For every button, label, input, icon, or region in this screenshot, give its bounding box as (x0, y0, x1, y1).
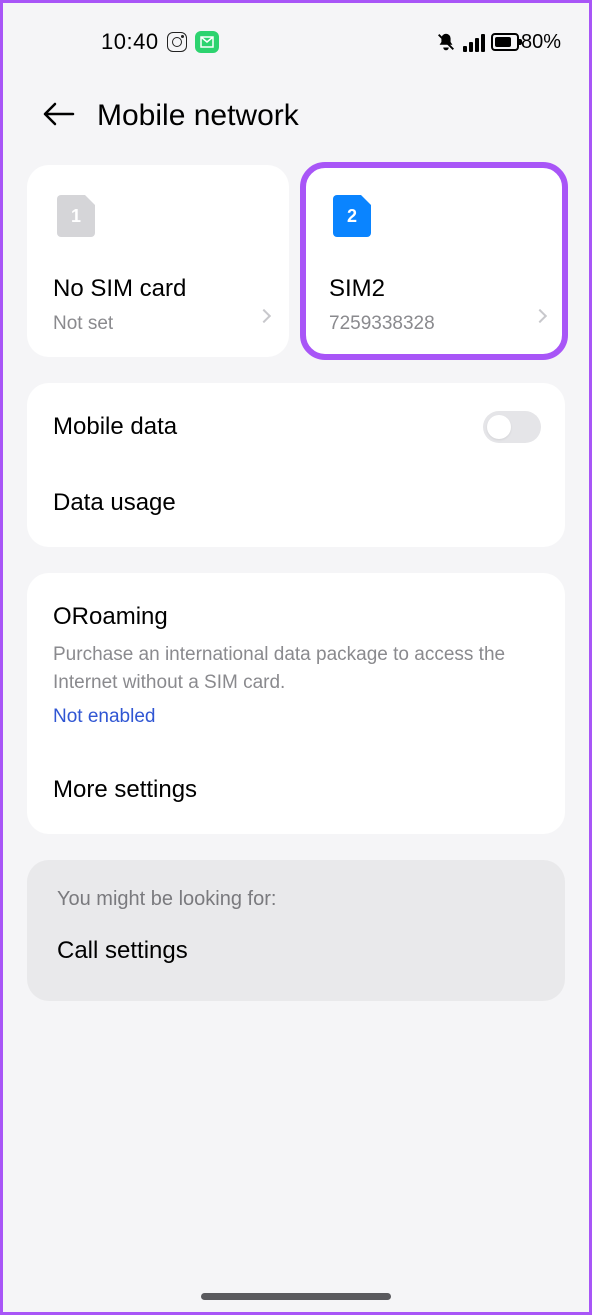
status-right: 80% (435, 31, 561, 54)
sim-card-1[interactable]: 1 No SIM card Not set (27, 165, 289, 357)
row-description: Purchase an international data package t… (53, 641, 539, 696)
mobile-data-toggle[interactable] (483, 411, 541, 443)
sim-title: SIM2 (329, 275, 543, 303)
signal-icon (463, 32, 485, 52)
bell-off-icon (435, 31, 457, 53)
mobile-data-row[interactable]: Mobile data (27, 389, 565, 465)
sim-icon: 1 (57, 195, 95, 237)
back-arrow-icon[interactable] (41, 101, 75, 132)
sim-card-2[interactable]: 2 SIM2 7259338328 (303, 165, 565, 357)
sim-icon: 2 (333, 195, 371, 237)
row-title: ORoaming (53, 603, 539, 631)
home-indicator[interactable] (201, 1293, 391, 1300)
page-header: Mobile network (3, 63, 589, 165)
sim-subtitle: 7259338328 (329, 313, 543, 335)
battery-icon: 80% (491, 31, 561, 54)
sim-title: No SIM card (53, 275, 267, 303)
status-bar: 10:40 80% (3, 3, 589, 63)
row-title: More settings (53, 776, 539, 804)
sim-subtitle: Not set (53, 313, 267, 335)
more-settings-row[interactable]: More settings (27, 752, 565, 828)
page-title: Mobile network (97, 99, 299, 133)
call-settings-item[interactable]: Call settings (57, 937, 535, 965)
row-status-link: Not enabled (53, 706, 539, 728)
status-time: 10:40 (101, 29, 159, 55)
suggestion-label: You might be looking for: (57, 888, 535, 911)
status-left: 10:40 (31, 29, 219, 55)
oroaming-row[interactable]: ORoaming Purchase an international data … (27, 579, 565, 752)
data-settings-group: Mobile data Data usage (27, 383, 565, 547)
roaming-group: ORoaming Purchase an international data … (27, 573, 565, 834)
data-usage-row[interactable]: Data usage (27, 465, 565, 541)
row-title: Data usage (53, 489, 539, 517)
instagram-icon (167, 32, 187, 52)
mail-icon (195, 31, 219, 53)
battery-percent: 80% (521, 31, 561, 54)
row-title: Mobile data (53, 413, 539, 441)
sim-cards-row: 1 No SIM card Not set 2 SIM2 7259338328 (27, 165, 565, 357)
suggestion-box: You might be looking for: Call settings (27, 860, 565, 1001)
